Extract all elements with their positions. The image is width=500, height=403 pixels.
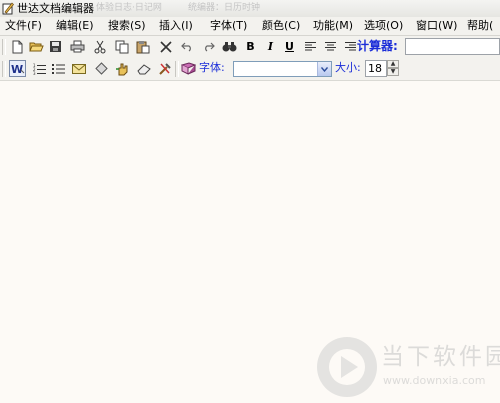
new-document-icon[interactable] (9, 38, 26, 55)
eraser-icon[interactable] (135, 60, 152, 77)
hand-icon[interactable] (114, 60, 131, 77)
toolbar-grip[interactable] (2, 39, 6, 55)
watermark-play-icon (341, 356, 358, 378)
undo-icon[interactable] (179, 38, 196, 55)
app-icon (2, 2, 14, 15)
menu-help[interactable]: 帮助( (467, 18, 493, 34)
chevron-down-icon[interactable] (317, 62, 331, 76)
align-center-icon[interactable] (322, 38, 339, 55)
calculator-input[interactable] (405, 38, 500, 55)
print-icon[interactable] (69, 38, 86, 55)
watermark-url: www.downxia.com (383, 374, 486, 387)
bullet-list-icon[interactable] (50, 60, 67, 77)
numbered-list-icon[interactable]: 123 (31, 60, 48, 77)
underline-icon[interactable]: U (281, 38, 298, 55)
ghost-tab-1: 体验日志·日记网 (96, 3, 162, 13)
word-format-icon[interactable]: W (9, 60, 26, 77)
menu-file[interactable]: 文件(F) (5, 18, 42, 34)
menu-font[interactable]: 字体(T) (210, 18, 247, 34)
spin-up-icon[interactable]: ▲ (387, 60, 399, 68)
font-label: 字体: (199, 61, 225, 74)
ghost-tab-2: 统编器：日历时钟 (188, 3, 261, 13)
open-folder-icon[interactable] (28, 38, 45, 55)
svg-text:3: 3 (33, 71, 36, 75)
italic-icon[interactable]: I (262, 38, 279, 55)
svg-text:W: W (11, 63, 23, 75)
toolbar-separator (175, 61, 179, 77)
calculator-label: 计算器: (357, 39, 398, 53)
book-icon[interactable] (180, 60, 197, 77)
menu-edit[interactable]: 编辑(E) (56, 18, 94, 34)
bold-icon[interactable]: B (242, 38, 259, 55)
menu-window[interactable]: 窗口(W) (416, 18, 457, 34)
save-icon[interactable] (47, 38, 64, 55)
find-binoculars-icon[interactable] (221, 38, 238, 55)
font-select[interactable] (233, 61, 332, 77)
window-title: 世达文档编辑器 (17, 2, 94, 15)
size-label: 大小: (335, 61, 361, 74)
diamond-icon[interactable] (93, 60, 110, 77)
tools-icon[interactable] (156, 60, 173, 77)
menu-search[interactable]: 搜索(S) (108, 18, 146, 34)
watermark-title: 当下软件园 (381, 344, 500, 370)
size-input[interactable]: 18 (365, 60, 387, 77)
delete-icon[interactable] (157, 38, 174, 55)
spin-down-icon[interactable]: ▼ (387, 68, 399, 76)
redo-icon[interactable] (200, 38, 217, 55)
menu-options[interactable]: 选项(O) (364, 18, 403, 34)
envelope-icon[interactable] (70, 60, 87, 77)
align-left-icon[interactable] (302, 38, 319, 55)
menu-function[interactable]: 功能(M) (313, 18, 353, 34)
title-bar: 世达文档编辑器 体验日志·日记网 统编器：日历时钟 (0, 0, 500, 18)
menu-insert[interactable]: 插入(I) (159, 18, 193, 34)
paste-icon[interactable] (134, 38, 151, 55)
menu-color[interactable]: 颜色(C) (262, 18, 300, 34)
size-spinner[interactable]: ▲ ▼ (387, 60, 399, 77)
toolbar-grip[interactable] (2, 61, 6, 77)
menu-bar: 文件(F) 编辑(E) 搜索(S) 插入(I) 字体(T) 颜色(C) 功能(M… (0, 17, 500, 36)
cut-icon[interactable] (91, 38, 108, 55)
copy-icon[interactable] (113, 38, 130, 55)
